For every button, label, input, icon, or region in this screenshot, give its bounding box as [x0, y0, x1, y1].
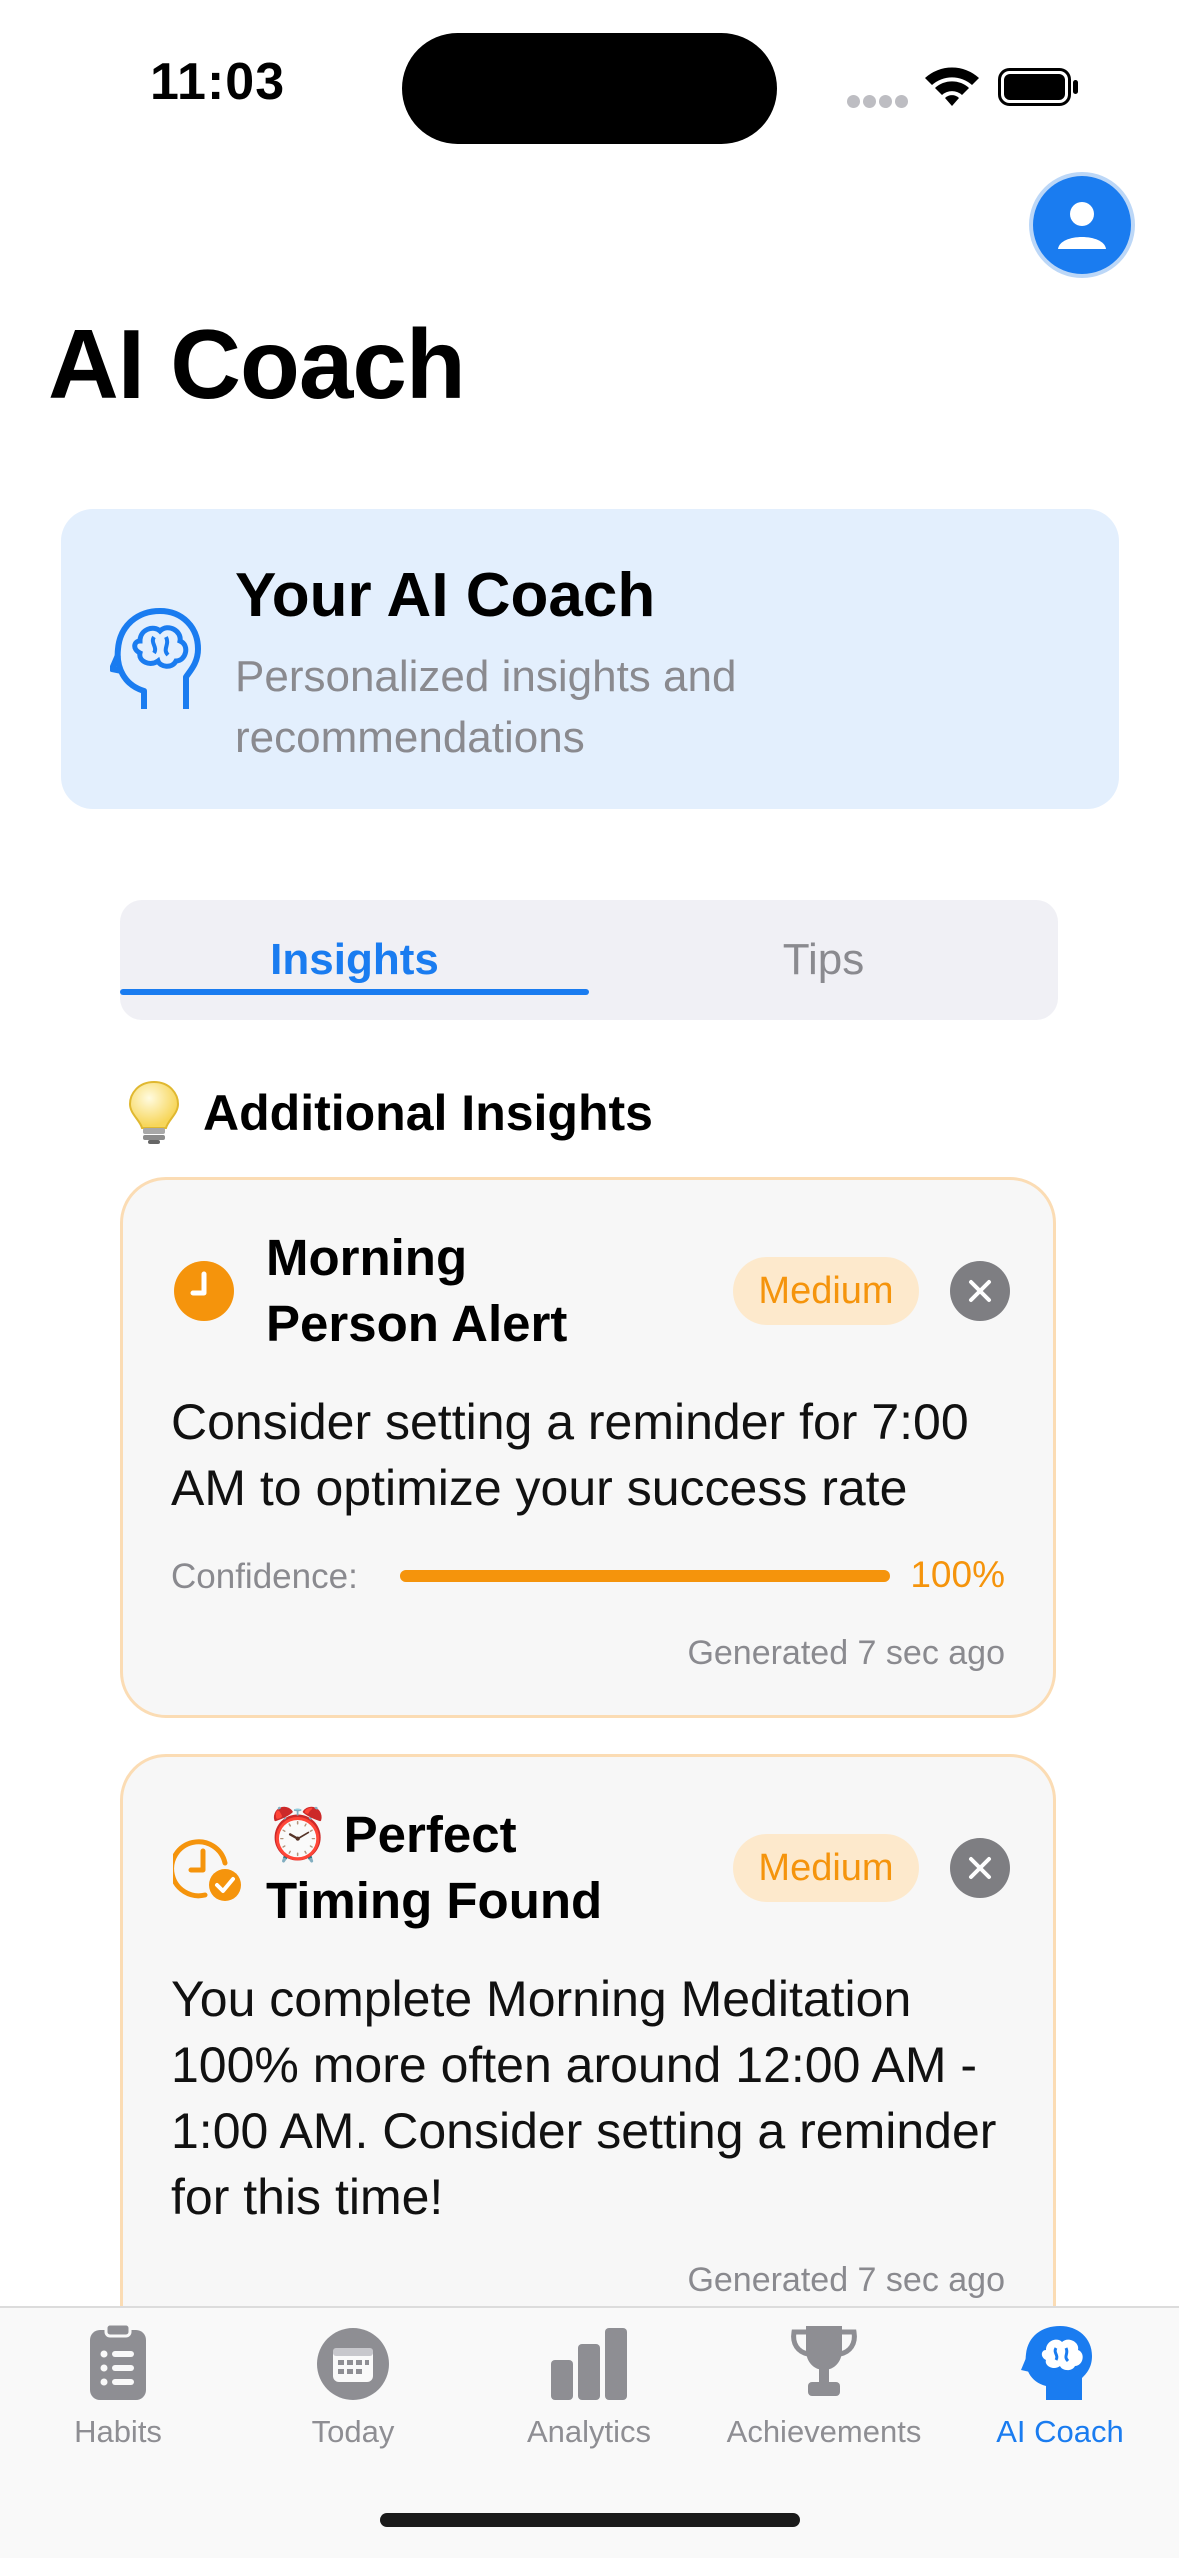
clock-icon	[174, 1261, 234, 1321]
person-circle-icon	[1058, 202, 1106, 249]
tab-selection-indicator	[120, 989, 589, 995]
confidence-bar-fill	[400, 1570, 890, 1582]
brain-head-icon	[110, 608, 201, 709]
insight-title: Morning Person Alert	[266, 1229, 568, 1352]
coach-card-title: Your AI Coach	[235, 561, 656, 630]
battery-icon	[998, 68, 1078, 106]
tabbar-label: Habits	[74, 2414, 162, 2449]
trophy-icon	[791, 2326, 857, 2396]
bar-chart-icon	[551, 2328, 627, 2400]
clock-checkmark-icon	[173, 1839, 241, 1901]
close-icon	[969, 1857, 991, 1879]
insight-card: Morning Person Alert Medium Consider set…	[120, 1177, 1056, 1718]
clipboard-icon	[90, 2322, 146, 2400]
section-title: Additional Insights	[203, 1085, 653, 1141]
insight-card: ⏰ Perfect Timing Found Medium You comple…	[120, 1754, 1056, 2354]
insight-body: Consider setting a reminder for 7:00 AM …	[171, 1394, 969, 1516]
dismiss-button[interactable]	[950, 1838, 1010, 1898]
calendar-icon	[317, 2328, 389, 2400]
tabbar-label: Analytics	[526, 2414, 652, 2449]
brain-head-icon	[1021, 2326, 1092, 2400]
coach-card-subtitle: Personalized insights and recommendation…	[235, 652, 737, 762]
tabbar-label: Achievements	[726, 2414, 922, 2449]
priority-badge: Medium	[733, 1834, 919, 1902]
dynamic-island	[402, 33, 777, 144]
confidence-bar	[400, 1570, 890, 1582]
tabbar-item-achievements[interactable]: Achievements	[706, 2320, 942, 2460]
confidence-label: Confidence:	[171, 1557, 358, 1596]
status-time: 11:03	[150, 53, 286, 111]
profile-button[interactable]	[1033, 176, 1131, 274]
priority-badge: Medium	[733, 1257, 919, 1325]
generated-timestamp: Generated 7 sec ago	[687, 1634, 1005, 1672]
lightbulb-icon	[128, 1080, 180, 1144]
tabbar-label: Today	[311, 2414, 395, 2449]
dismiss-button[interactable]	[950, 1261, 1010, 1321]
segmented-control: Insights Tips	[120, 900, 1058, 1020]
insight-body: You complete Morning Meditation 100% mor…	[171, 1971, 997, 2225]
tabbar-item-analytics[interactable]: Analytics	[471, 2320, 707, 2460]
tabbar-item-habits[interactable]: Habits	[0, 2320, 236, 2460]
tabbar-label: AI Coach	[996, 2414, 1124, 2449]
insight-title: ⏰ Perfect Timing Found	[266, 1806, 603, 1929]
home-indicator	[380, 2513, 800, 2527]
tabbar-item-ai-coach[interactable]: AI Coach	[942, 2320, 1178, 2460]
tab-insights[interactable]: Insights	[120, 900, 589, 1020]
generated-timestamp: Generated 7 sec ago	[687, 2261, 1005, 2299]
close-icon	[969, 1280, 991, 1302]
wifi-icon	[925, 67, 979, 106]
page-title: AI Coach	[48, 309, 466, 419]
tab-tips[interactable]: Tips	[589, 900, 1058, 1020]
confidence-value: 100%	[910, 1554, 1005, 1595]
tabbar-item-today[interactable]: Today	[235, 2320, 471, 2460]
